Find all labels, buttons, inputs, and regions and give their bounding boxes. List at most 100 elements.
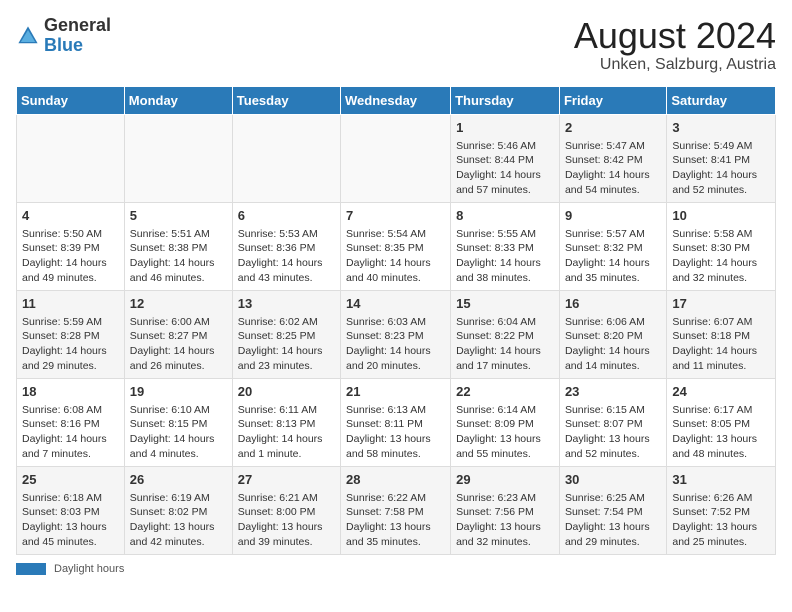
calendar-table: SundayMondayTuesdayWednesdayThursdayFrid… (16, 86, 776, 555)
day-number: 5 (130, 207, 227, 225)
day-number: 1 (456, 119, 554, 137)
day-info: Sunrise: 5:58 AM Sunset: 8:30 PM Dayligh… (672, 227, 770, 286)
day-info: Sunrise: 6:03 AM Sunset: 8:23 PM Dayligh… (346, 315, 445, 374)
day-number: 2 (565, 119, 661, 137)
day-number: 3 (672, 119, 770, 137)
calendar-header-friday: Friday (559, 86, 666, 114)
day-info: Sunrise: 6:25 AM Sunset: 7:54 PM Dayligh… (565, 491, 661, 550)
day-info: Sunrise: 5:54 AM Sunset: 8:35 PM Dayligh… (346, 227, 445, 286)
calendar-header-tuesday: Tuesday (232, 86, 340, 114)
day-number: 28 (346, 471, 445, 489)
calendar-week-row: 25Sunrise: 6:18 AM Sunset: 8:03 PM Dayli… (17, 466, 776, 554)
calendar-cell: 1 Sunrise: 5:46 AM Sunset: 8:44 PM Daylig… (451, 114, 560, 202)
day-number: 4 (22, 207, 119, 225)
calendar-cell: 27 Sunrise: 6:21 AM Sunset: 8:00 PM Dayli… (232, 466, 340, 554)
day-number: 15 (456, 295, 554, 313)
day-number: 18 (22, 383, 119, 401)
calendar-header-wednesday: Wednesday (341, 86, 451, 114)
day-number: 19 (130, 383, 227, 401)
calendar-cell: 6 Sunrise: 5:53 AM Sunset: 8:36 PM Daylig… (232, 202, 340, 290)
day-number: 13 (238, 295, 335, 313)
day-number: 23 (565, 383, 661, 401)
day-info: Sunrise: 6:08 AM Sunset: 8:16 PM Dayligh… (22, 403, 119, 462)
calendar-cell: 4Sunrise: 5:50 AM Sunset: 8:39 PM Daylig… (17, 202, 125, 290)
logo: General Blue (16, 16, 111, 56)
day-info: Sunrise: 6:15 AM Sunset: 8:07 PM Dayligh… (565, 403, 661, 462)
calendar-cell: 31 Sunrise: 6:26 AM Sunset: 7:52 PM Dayli… (667, 466, 776, 554)
daylight-bar-icon (16, 563, 46, 575)
calendar-cell: 18 Sunrise: 6:08 AM Sunset: 8:16 PM Dayli… (17, 378, 125, 466)
calendar-cell: 5Sunrise: 5:51 AM Sunset: 8:38 PM Daylig… (124, 202, 232, 290)
day-number: 9 (565, 207, 661, 225)
logo-general-text: General (44, 16, 111, 36)
day-info: Sunrise: 6:17 AM Sunset: 8:05 PM Dayligh… (672, 403, 770, 462)
day-info: Sunrise: 6:19 AM Sunset: 8:02 PM Dayligh… (130, 491, 227, 550)
calendar-cell: 14 Sunrise: 6:03 AM Sunset: 8:23 PM Dayli… (341, 290, 451, 378)
day-number: 17 (672, 295, 770, 313)
calendar-cell: 10 Sunrise: 5:58 AM Sunset: 8:30 PM Dayli… (667, 202, 776, 290)
calendar-cell: 19 Sunrise: 6:10 AM Sunset: 8:15 PM Dayli… (124, 378, 232, 466)
day-info: Sunrise: 6:18 AM Sunset: 8:03 PM Dayligh… (22, 491, 119, 550)
calendar-cell: 25Sunrise: 6:18 AM Sunset: 8:03 PM Dayli… (17, 466, 125, 554)
calendar-cell (124, 114, 232, 202)
day-info: Sunrise: 5:55 AM Sunset: 8:33 PM Dayligh… (456, 227, 554, 286)
calendar-header-monday: Monday (124, 86, 232, 114)
calendar-cell: 23 Sunrise: 6:15 AM Sunset: 8:07 PM Dayli… (559, 378, 666, 466)
calendar-week-row: 4Sunrise: 5:50 AM Sunset: 8:39 PM Daylig… (17, 202, 776, 290)
calendar-header-saturday: Saturday (667, 86, 776, 114)
day-number: 29 (456, 471, 554, 489)
calendar-cell: 2 Sunrise: 5:47 AM Sunset: 8:42 PM Daylig… (559, 114, 666, 202)
calendar-cell (232, 114, 340, 202)
calendar-cell: 24 Sunrise: 6:17 AM Sunset: 8:05 PM Dayli… (667, 378, 776, 466)
title-block: August 2024 Unken, Salzburg, Austria (574, 16, 776, 74)
day-number: 27 (238, 471, 335, 489)
day-info: Sunrise: 5:49 AM Sunset: 8:41 PM Dayligh… (672, 139, 770, 198)
calendar-cell: 17 Sunrise: 6:07 AM Sunset: 8:18 PM Dayli… (667, 290, 776, 378)
calendar-cell: 13Sunrise: 6:02 AM Sunset: 8:25 PM Dayli… (232, 290, 340, 378)
calendar-cell: 16 Sunrise: 6:06 AM Sunset: 8:20 PM Dayli… (559, 290, 666, 378)
day-number: 10 (672, 207, 770, 225)
calendar-week-row: 1 Sunrise: 5:46 AM Sunset: 8:44 PM Daylig… (17, 114, 776, 202)
day-number: 16 (565, 295, 661, 313)
day-number: 14 (346, 295, 445, 313)
day-info: Sunrise: 6:00 AM Sunset: 8:27 PM Dayligh… (130, 315, 227, 374)
day-number: 7 (346, 207, 445, 225)
day-info: Sunrise: 5:57 AM Sunset: 8:32 PM Dayligh… (565, 227, 661, 286)
month-title: August 2024 (574, 16, 776, 56)
calendar-cell: 12 Sunrise: 6:00 AM Sunset: 8:27 PM Dayli… (124, 290, 232, 378)
day-number: 22 (456, 383, 554, 401)
day-info: Sunrise: 6:07 AM Sunset: 8:18 PM Dayligh… (672, 315, 770, 374)
day-info: Sunrise: 6:21 AM Sunset: 8:00 PM Dayligh… (238, 491, 335, 550)
logo-blue-text: Blue (44, 36, 111, 56)
day-number: 11 (22, 295, 119, 313)
calendar-header-sunday: Sunday (17, 86, 125, 114)
day-info: Sunrise: 5:46 AM Sunset: 8:44 PM Dayligh… (456, 139, 554, 198)
calendar-cell (17, 114, 125, 202)
day-number: 30 (565, 471, 661, 489)
day-info: Sunrise: 6:23 AM Sunset: 7:56 PM Dayligh… (456, 491, 554, 550)
day-number: 6 (238, 207, 335, 225)
calendar-cell (341, 114, 451, 202)
day-info: Sunrise: 6:22 AM Sunset: 7:58 PM Dayligh… (346, 491, 445, 550)
daylight-label: Daylight hours (54, 563, 124, 575)
day-number: 31 (672, 471, 770, 489)
day-number: 8 (456, 207, 554, 225)
day-number: 24 (672, 383, 770, 401)
day-info: Sunrise: 5:53 AM Sunset: 8:36 PM Dayligh… (238, 227, 335, 286)
logo-icon (16, 24, 40, 48)
calendar-cell: 9 Sunrise: 5:57 AM Sunset: 8:32 PM Daylig… (559, 202, 666, 290)
calendar-cell: 8 Sunrise: 5:55 AM Sunset: 8:33 PM Daylig… (451, 202, 560, 290)
day-number: 12 (130, 295, 227, 313)
calendar-cell: 3 Sunrise: 5:49 AM Sunset: 8:41 PM Daylig… (667, 114, 776, 202)
day-info: Sunrise: 5:47 AM Sunset: 8:42 PM Dayligh… (565, 139, 661, 198)
day-number: 21 (346, 383, 445, 401)
calendar-footer: Daylight hours (16, 563, 776, 575)
calendar-cell: 11 Sunrise: 5:59 AM Sunset: 8:28 PM Dayli… (17, 290, 125, 378)
day-info: Sunrise: 6:10 AM Sunset: 8:15 PM Dayligh… (130, 403, 227, 462)
calendar-cell: 20Sunrise: 6:11 AM Sunset: 8:13 PM Dayli… (232, 378, 340, 466)
day-info: Sunrise: 5:59 AM Sunset: 8:28 PM Dayligh… (22, 315, 119, 374)
day-info: Sunrise: 6:06 AM Sunset: 8:20 PM Dayligh… (565, 315, 661, 374)
day-info: Sunrise: 6:26 AM Sunset: 7:52 PM Dayligh… (672, 491, 770, 550)
calendar-cell: 15Sunrise: 6:04 AM Sunset: 8:22 PM Dayli… (451, 290, 560, 378)
location-title: Unken, Salzburg, Austria (574, 56, 776, 74)
